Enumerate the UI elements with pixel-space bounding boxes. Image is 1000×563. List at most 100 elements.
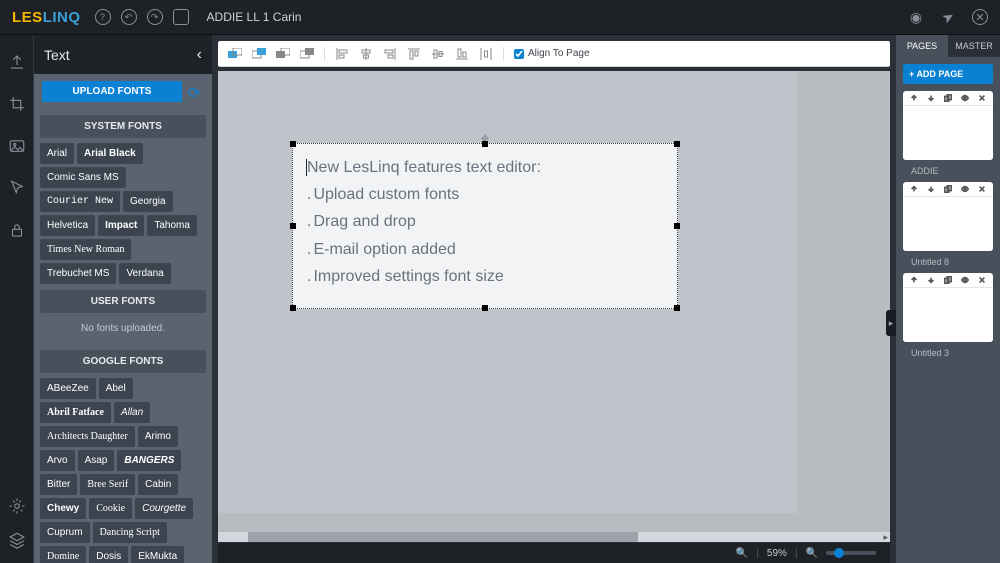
- font-chip[interactable]: Tahoma: [147, 215, 197, 236]
- font-chip[interactable]: Bitter: [40, 474, 77, 495]
- close-icon[interactable]: ✕: [972, 9, 988, 25]
- align-to-page-toggle[interactable]: Align To Page: [514, 48, 590, 59]
- font-chip[interactable]: Trebuchet MS: [40, 263, 116, 284]
- cursor-icon[interactable]: [8, 179, 26, 197]
- font-chip[interactable]: Courier New: [40, 191, 120, 212]
- font-chip[interactable]: Arimo: [138, 426, 178, 447]
- zoom-in-icon[interactable]: 🔍: [806, 548, 818, 559]
- resize-handle-tc[interactable]: [482, 141, 488, 147]
- font-chip[interactable]: Domine: [40, 546, 86, 563]
- font-chip[interactable]: BANGERS: [117, 450, 181, 471]
- font-chip[interactable]: Abel: [99, 378, 133, 399]
- resize-handle-bc[interactable]: [482, 305, 488, 311]
- redo-icon[interactable]: ↷: [147, 9, 163, 25]
- resize-handle-br[interactable]: [674, 305, 680, 311]
- font-chip[interactable]: Architects Daughter: [40, 426, 135, 447]
- tab-master[interactable]: MASTER: [948, 35, 1000, 57]
- delete-icon[interactable]: [978, 185, 986, 193]
- duplicate-icon[interactable]: [944, 276, 952, 284]
- font-chip[interactable]: ABeeZee: [40, 378, 96, 399]
- visibility-icon[interactable]: [961, 185, 969, 193]
- zoom-out-icon[interactable]: 🔍: [736, 548, 748, 559]
- send-back-icon[interactable]: [300, 47, 314, 61]
- zoom-slider-thumb[interactable]: [834, 548, 844, 558]
- upload-icon[interactable]: [8, 53, 26, 71]
- font-chip[interactable]: Arial: [40, 143, 74, 164]
- move-down-icon[interactable]: [927, 94, 935, 102]
- font-chip[interactable]: Dancing Script: [93, 522, 167, 543]
- canvas-viewport[interactable]: ✥ New LesLinq features text editor: Uplo…: [218, 71, 890, 532]
- align-to-page-checkbox[interactable]: [514, 49, 524, 59]
- upload-fonts-button[interactable]: UPLOAD FONTS: [42, 81, 182, 102]
- image-icon[interactable]: [8, 137, 26, 155]
- font-chip[interactable]: Abril Fatface: [40, 402, 111, 423]
- resize-handle-ml[interactable]: [290, 223, 296, 229]
- add-page-button[interactable]: ADD PAGE: [903, 64, 993, 84]
- align-center-h-icon[interactable]: [359, 47, 373, 61]
- send-icon[interactable]: ➤: [937, 6, 959, 28]
- font-chip[interactable]: Allan: [114, 402, 150, 423]
- page-thumb[interactable]: [903, 182, 993, 251]
- layers-icon[interactable]: [8, 531, 26, 549]
- page-thumb[interactable]: [903, 91, 993, 160]
- horizontal-scrollbar[interactable]: ▸: [218, 532, 890, 542]
- move-up-icon[interactable]: [910, 94, 918, 102]
- collapse-right-panel-icon[interactable]: ▸: [886, 310, 896, 336]
- move-up-icon[interactable]: [910, 276, 918, 284]
- font-chip[interactable]: Georgia: [123, 191, 173, 212]
- visibility-icon[interactable]: [961, 94, 969, 102]
- align-left-icon[interactable]: [335, 47, 349, 61]
- send-backward-icon[interactable]: [276, 47, 290, 61]
- help-icon[interactable]: ?: [95, 9, 111, 25]
- canvas-page[interactable]: ✥ New LesLinq features text editor: Uplo…: [218, 71, 798, 513]
- preview-icon[interactable]: ◉: [908, 9, 924, 25]
- resize-handle-bl[interactable]: [290, 305, 296, 311]
- font-chip[interactable]: Impact: [98, 215, 144, 236]
- resize-handle-tr[interactable]: [674, 141, 680, 147]
- duplicate-icon[interactable]: [944, 94, 952, 102]
- refresh-icon[interactable]: ⟳: [188, 84, 204, 100]
- scrollbar-thumb[interactable]: [248, 532, 638, 542]
- move-down-icon[interactable]: [927, 276, 935, 284]
- settings-icon[interactable]: [8, 497, 26, 515]
- text-content[interactable]: New LesLinq features text editor: Upload…: [293, 144, 677, 300]
- font-chip[interactable]: Helvetica: [40, 215, 95, 236]
- font-chip[interactable]: Arial Black: [77, 143, 143, 164]
- font-chip[interactable]: Courgette: [135, 498, 193, 519]
- font-chip[interactable]: Chewy: [40, 498, 86, 519]
- align-bottom-icon[interactable]: [455, 47, 469, 61]
- text-element[interactable]: ✥ New LesLinq features text editor: Uplo…: [292, 143, 678, 309]
- move-down-icon[interactable]: [927, 185, 935, 193]
- delete-icon[interactable]: [978, 94, 986, 102]
- font-chip[interactable]: EkMukta: [131, 546, 184, 563]
- font-chip[interactable]: Arvo: [40, 450, 75, 471]
- move-up-icon[interactable]: [910, 185, 918, 193]
- font-chip[interactable]: Times New Roman: [40, 239, 131, 260]
- delete-icon[interactable]: [978, 276, 986, 284]
- bring-front-icon[interactable]: [228, 47, 242, 61]
- tab-pages[interactable]: PAGES: [896, 35, 948, 57]
- font-chip[interactable]: Bree Serif: [80, 474, 135, 495]
- duplicate-icon[interactable]: [944, 185, 952, 193]
- font-chip[interactable]: Cabin: [138, 474, 178, 495]
- resize-handle-tl[interactable]: [290, 141, 296, 147]
- font-chip[interactable]: Comic Sans MS: [40, 167, 126, 188]
- font-chip[interactable]: Asap: [78, 450, 115, 471]
- page-thumb[interactable]: [903, 273, 993, 342]
- font-chip[interactable]: Cuprum: [40, 522, 90, 543]
- crop-icon[interactable]: [8, 95, 26, 113]
- font-chip[interactable]: Dosis: [89, 546, 128, 563]
- scrollbar-arrow-right[interactable]: ▸: [883, 532, 888, 543]
- align-right-icon[interactable]: [383, 47, 397, 61]
- lock-icon[interactable]: [8, 221, 26, 239]
- font-chip[interactable]: Cookie: [89, 498, 132, 519]
- visibility-icon[interactable]: [961, 276, 969, 284]
- zoom-slider[interactable]: [826, 551, 876, 555]
- font-chip[interactable]: Verdana: [119, 263, 170, 284]
- align-center-v-icon[interactable]: [431, 47, 445, 61]
- undo-icon[interactable]: ↶: [121, 9, 137, 25]
- align-top-icon[interactable]: [407, 47, 421, 61]
- save-icon[interactable]: [173, 9, 189, 25]
- resize-handle-mr[interactable]: [674, 223, 680, 229]
- panel-back-icon[interactable]: ‹: [197, 46, 202, 64]
